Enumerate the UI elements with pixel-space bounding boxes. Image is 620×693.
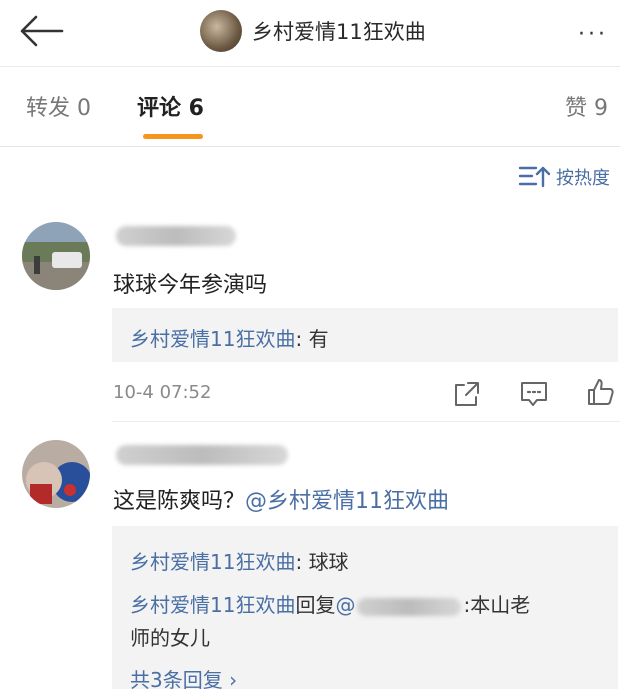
reply-author-link[interactable]: 乡村爱情11狂欢曲 <box>130 327 295 351</box>
comment-1-replies[interactable]: 乡村爱情11狂欢曲: 有 <box>112 308 618 362</box>
comment-1-username-blurred[interactable] <box>116 226 236 246</box>
sort-by-hot-button[interactable]: 按热度 <box>518 164 610 190</box>
comment-divider <box>112 421 620 422</box>
mention-name-blurred[interactable] <box>357 597 462 616</box>
reply-line: 乡村爱情11狂欢曲: 球球 <box>130 546 349 575</box>
sort-icon <box>518 166 550 188</box>
page-title: 乡村爱情11狂欢曲 <box>252 20 426 44</box>
reply-separator: : <box>295 327 309 351</box>
reply-mention-link[interactable]: @ <box>335 593 355 617</box>
avatar-photo-icon <box>22 222 90 290</box>
tab-bar: 转发 0 评论 6 赞 9 <box>0 66 620 147</box>
more-options-icon[interactable]: ··· <box>578 22 608 47</box>
comment-2-text: 这是陈爽吗？ <box>113 489 246 514</box>
reply-line: 乡村爱情11狂欢曲: 有 <box>130 323 329 352</box>
reply-separator: : <box>295 550 309 574</box>
like-icon[interactable] <box>585 377 615 407</box>
comment-1-avatar[interactable] <box>22 222 90 290</box>
post-avatar <box>200 10 242 52</box>
reply-verb: 回复 <box>295 593 336 617</box>
reply-author-link[interactable]: 乡村爱情11狂欢曲 <box>130 593 295 617</box>
comment-2-text-line: 这是陈爽吗？@乡村爱情11狂欢曲 <box>113 483 449 515</box>
comment-icon[interactable] <box>519 379 549 409</box>
comment-1-timestamp: 10-4 07:52 <box>113 382 212 403</box>
share-icon[interactable] <box>452 379 482 409</box>
comment-2-avatar[interactable] <box>22 440 90 508</box>
reply-line-continued: 师的女儿 <box>130 626 210 650</box>
back-arrow-icon[interactable] <box>18 14 64 48</box>
comment-2-username-blurred[interactable] <box>116 445 288 465</box>
top-bar: 乡村爱情11狂欢曲 ··· <box>0 0 620 67</box>
reply-author-link[interactable]: 乡村爱情11狂欢曲 <box>130 550 295 574</box>
reply-text: 球球 <box>308 550 349 574</box>
header-title-group[interactable]: 乡村爱情11狂欢曲 <box>200 8 426 54</box>
reply-line: 乡村爱情11狂欢曲回复@ :本山老 <box>130 589 530 618</box>
tab-comments[interactable]: 评论 6 <box>137 90 204 122</box>
reply-text: :本山老 <box>463 593 531 617</box>
comment-2-replies[interactable]: 乡村爱情11狂欢曲: 球球 乡村爱情11狂欢曲回复@:本山老 师的女儿 共3条回… <box>112 526 618 692</box>
reply-text: 有 <box>308 327 329 351</box>
tab-reposts[interactable]: 转发 0 <box>26 90 91 122</box>
active-tab-indicator <box>143 134 203 139</box>
mention-link[interactable]: @乡村爱情11狂欢曲 <box>245 489 449 514</box>
comment-1-text: 球球今年参演吗 <box>113 273 268 298</box>
avatar-photo-icon <box>22 440 90 508</box>
sort-label: 按热度 <box>556 168 610 189</box>
tab-likes[interactable]: 赞 9 <box>565 90 608 122</box>
